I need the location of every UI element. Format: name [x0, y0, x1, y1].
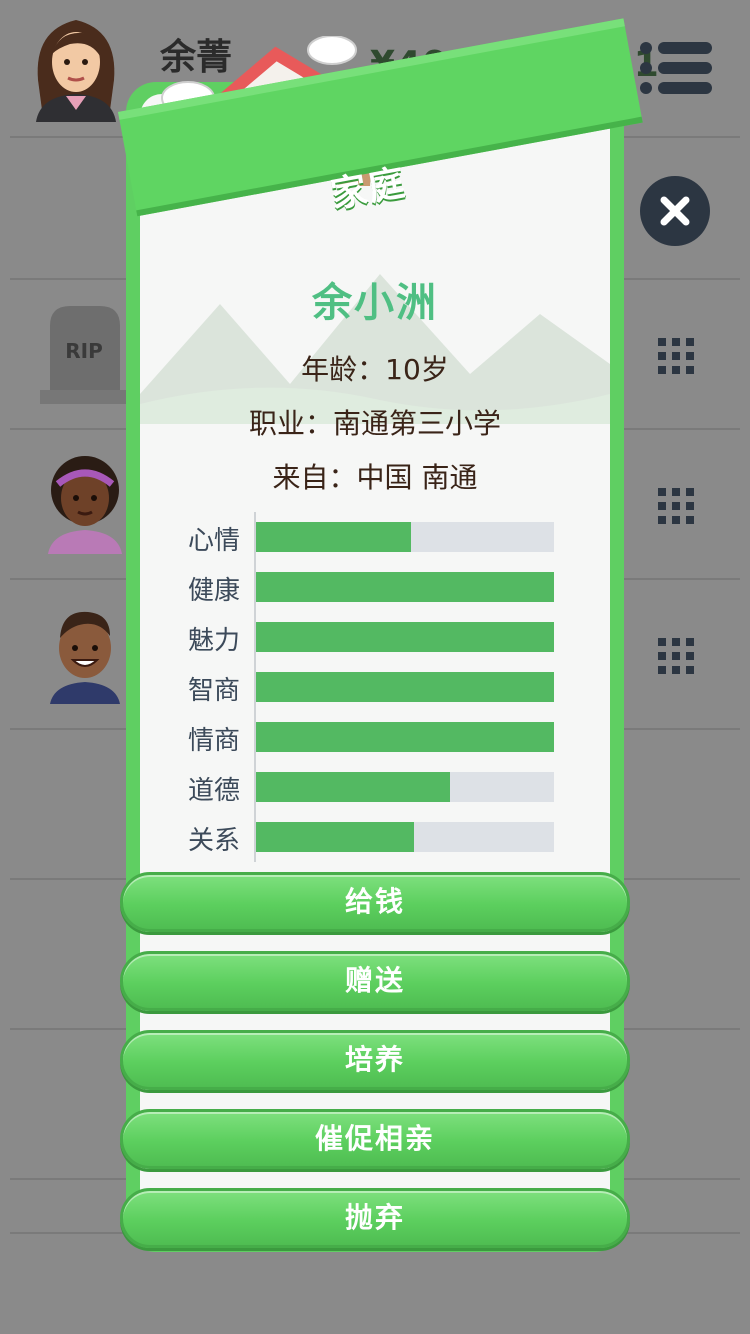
- stat-bar-fill: [256, 672, 554, 702]
- stat-bar-track: [256, 572, 554, 602]
- stat-label: 心情: [187, 526, 240, 556]
- close-icon[interactable]: [640, 176, 710, 246]
- stat-label: 情商: [187, 726, 240, 756]
- gravestone-icon[interactable]: RIP: [40, 304, 130, 404]
- stat-row-iq: 智商: [180, 662, 560, 712]
- stat-row-charm: 魅力: [180, 612, 560, 662]
- stat-bar-track: [256, 772, 554, 802]
- stat-label: 健康: [187, 576, 240, 606]
- player-avatar[interactable]: [30, 10, 122, 122]
- stat-bar-fill: [256, 572, 554, 602]
- abandon-button[interactable]: 抛弃: [120, 1188, 630, 1248]
- stat-row-relationship: 关系: [180, 812, 560, 862]
- grave-text: RIP: [65, 339, 103, 363]
- stat-label: 智商: [187, 676, 240, 706]
- stat-label: 道德: [187, 776, 240, 806]
- stat-bar-fill: [256, 822, 414, 852]
- member-name: 余小洲: [312, 280, 438, 326]
- stat-bar-fill: [256, 772, 450, 802]
- family-member-avatar[interactable]: [40, 454, 130, 554]
- nurture-button[interactable]: 培养: [120, 1030, 630, 1090]
- grid-menu-icon[interactable]: [658, 488, 694, 524]
- urge-blind-date-button[interactable]: 催促相亲: [120, 1109, 630, 1169]
- member-age: 年龄：10岁: [301, 353, 449, 386]
- family-member-avatar[interactable]: [40, 604, 130, 704]
- give-money-button[interactable]: 给钱: [120, 872, 630, 932]
- stat-row-health: 健康: [180, 562, 560, 612]
- stat-label: 魅力: [187, 626, 240, 656]
- stat-bar-track: [256, 822, 554, 852]
- stat-bar-fill: [256, 522, 411, 552]
- member-origin: 来自：中国 南通: [272, 461, 478, 494]
- member-occupation: 职业：南通第三小学: [248, 407, 501, 440]
- stat-row-mood: 心情: [180, 512, 560, 562]
- menu-icon[interactable]: [640, 40, 712, 96]
- stat-bar-track: [256, 672, 554, 702]
- stat-bar-fill: [256, 622, 554, 652]
- gift-button[interactable]: 赠送: [120, 951, 630, 1011]
- grid-menu-icon[interactable]: [658, 638, 694, 674]
- grid-menu-icon[interactable]: [658, 338, 694, 374]
- stat-row-morality: 道德: [180, 762, 560, 812]
- stat-bar-fill: [256, 722, 554, 752]
- stat-label: 关系: [187, 826, 240, 856]
- stat-bar-track: [256, 522, 554, 552]
- stat-row-eq: 情商: [180, 712, 560, 762]
- stat-bar-track: [256, 622, 554, 652]
- stat-bar-track: [256, 722, 554, 752]
